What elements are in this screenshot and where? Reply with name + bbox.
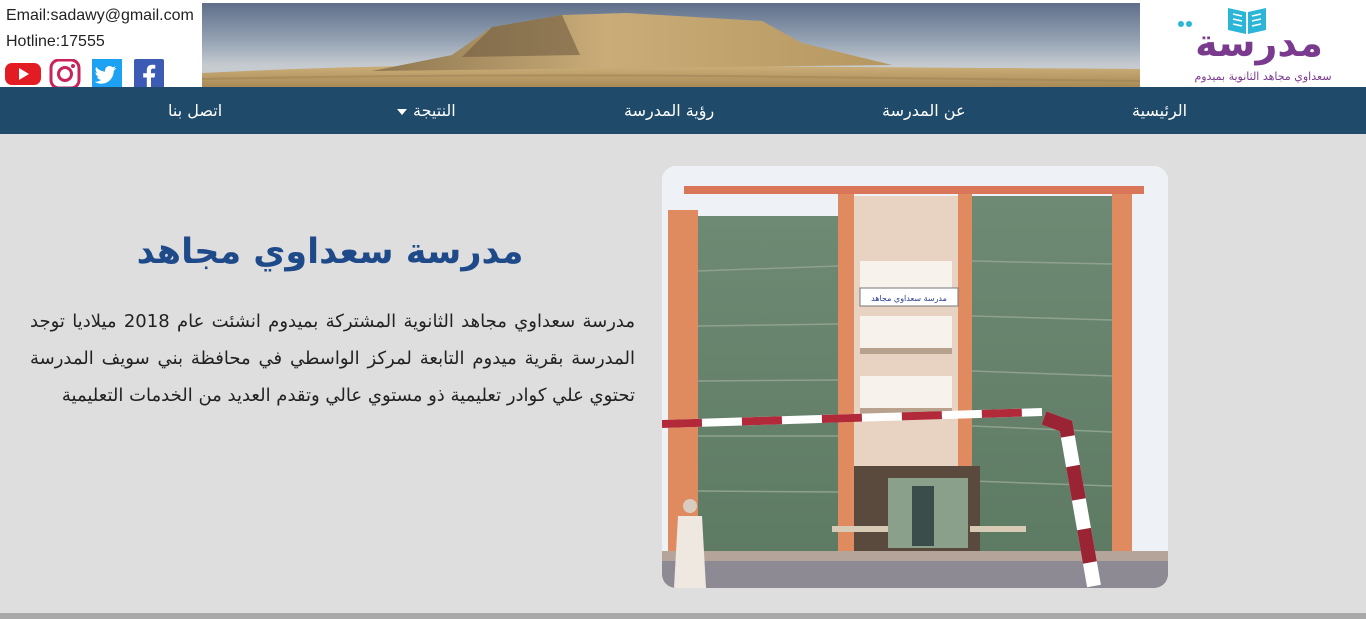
nav-contact[interactable]: اتصل بنا bbox=[168, 87, 222, 134]
logo-wordmark: مدرسة bbox=[1195, 21, 1323, 65]
twitter-icon[interactable] bbox=[88, 59, 126, 89]
hotline-text: Hotline:17555 bbox=[6, 33, 105, 50]
nav-results-label: النتيجة bbox=[413, 101, 456, 120]
school-logo[interactable]: مدرسة سعداوي مجاهد الثانوية بميدوم bbox=[1141, 0, 1366, 87]
youtube-icon[interactable] bbox=[4, 59, 42, 89]
instagram-icon[interactable] bbox=[46, 59, 84, 89]
facebook-icon[interactable] bbox=[130, 59, 168, 89]
logo-subtitle: سعداوي مجاهد الثانوية بميدوم bbox=[1194, 70, 1331, 83]
page-title: مدرسة سعداوي مجاهد bbox=[136, 232, 524, 272]
caret-down-icon bbox=[397, 108, 407, 115]
main-content: مدرسة سعداوي مجاهد مدرسة سعداوي مجاهد ال… bbox=[0, 134, 1366, 613]
building-sign-text: مدرسة سعداوي مجاهد bbox=[871, 294, 947, 303]
nav-about[interactable]: عن المدرسة bbox=[882, 87, 966, 134]
nav-results-dropdown[interactable]: النتيجة bbox=[397, 87, 456, 134]
email-text[interactable]: Email:sadawy@gmail.com bbox=[0, 3, 202, 29]
social-links bbox=[4, 59, 168, 89]
footer-divider bbox=[0, 613, 1366, 619]
main-navbar: الرئيسية عن المدرسة رؤية المدرسة النتيجة… bbox=[0, 87, 1366, 134]
nav-vision[interactable]: رؤية المدرسة bbox=[624, 87, 714, 134]
site-header: Email:sadawy@gmail.com Hotline:17555 مدر… bbox=[0, 0, 1366, 89]
header-banner-image bbox=[202, 3, 1140, 87]
contact-info: Email:sadawy@gmail.com Hotline:17555 bbox=[0, 3, 202, 89]
school-description: مدرسة سعداوي مجاهد الثانوية المشتركة بمي… bbox=[30, 311, 635, 406]
nav-home[interactable]: الرئيسية bbox=[1132, 87, 1187, 134]
school-building-image: مدرسة سعداوي مجاهد bbox=[662, 166, 1168, 588]
